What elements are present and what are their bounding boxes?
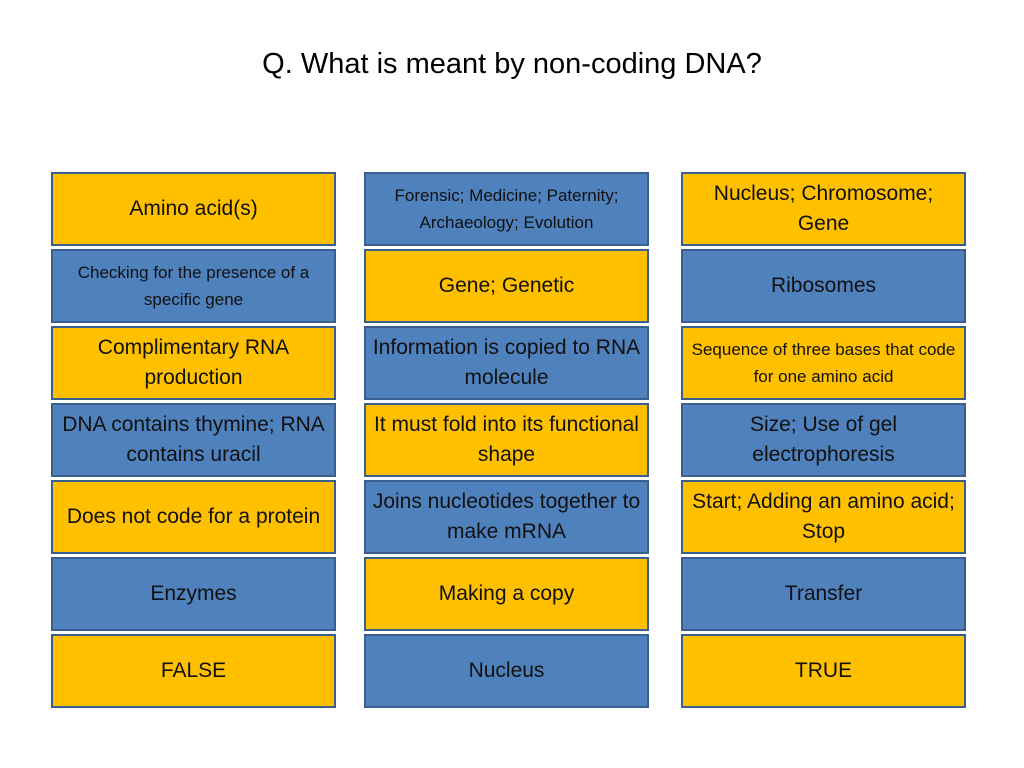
answer-text: Start; Adding an amino acid; Stop bbox=[692, 490, 955, 543]
answer-card[interactable]: Amino acid(s) bbox=[51, 172, 336, 246]
answer-card[interactable]: Checking for the presence of a specific … bbox=[51, 249, 336, 323]
answer-text: Information is copied to RNA molecule bbox=[372, 336, 641, 389]
answer-text: Making a copy bbox=[438, 582, 575, 605]
answer-text: DNA contains thymine; RNA contains uraci… bbox=[62, 413, 325, 466]
answer-text: TRUE bbox=[794, 659, 853, 682]
answer-text: Does not code for a protein bbox=[66, 505, 321, 528]
answer-card[interactable]: DNA contains thymine; RNA contains uraci… bbox=[51, 403, 336, 477]
answer-card[interactable]: Nucleus bbox=[364, 634, 649, 708]
slide-title: Q. What is meant by non-coding DNA? bbox=[262, 48, 762, 80]
answer-text: Checking for the presence of a specific … bbox=[77, 263, 310, 309]
answer-text: Enzymes bbox=[150, 582, 237, 605]
answer-card[interactable]: Forensic; Medicine; Paternity; Archaeolo… bbox=[364, 172, 649, 246]
answer-grid: Amino acid(s) Checking for the presence … bbox=[51, 172, 966, 709]
answer-card[interactable]: Complimentary RNA production bbox=[51, 326, 336, 400]
answer-text: Nucleus bbox=[468, 659, 545, 682]
answer-text: Size; Use of gel electrophoresis bbox=[749, 413, 898, 466]
answer-card[interactable]: Gene; Genetic bbox=[364, 249, 649, 323]
answer-card[interactable]: Joins nucleotides together to make mRNA bbox=[364, 480, 649, 554]
answer-text: Gene; Genetic bbox=[438, 274, 575, 297]
answer-card[interactable]: Making a copy bbox=[364, 557, 649, 631]
answer-card[interactable]: It must fold into its functional shape bbox=[364, 403, 649, 477]
answer-text: Ribosomes bbox=[770, 274, 877, 297]
answer-card[interactable]: Does not code for a protein bbox=[51, 480, 336, 554]
answer-text: Nucleus; Chromosome; Gene bbox=[713, 182, 934, 235]
answer-card[interactable]: Start; Adding an amino acid; Stop bbox=[681, 480, 966, 554]
answer-text: Joins nucleotides together to make mRNA bbox=[372, 490, 641, 543]
answer-card[interactable]: Sequence of three bases that code for on… bbox=[681, 326, 966, 400]
answer-card[interactable]: Information is copied to RNA molecule bbox=[364, 326, 649, 400]
answer-text: Forensic; Medicine; Paternity; Archaeolo… bbox=[394, 186, 619, 232]
answer-text: It must fold into its functional shape bbox=[374, 413, 639, 466]
answer-text: Transfer bbox=[784, 582, 863, 605]
answer-card[interactable]: TRUE bbox=[681, 634, 966, 708]
answer-text: Complimentary RNA production bbox=[97, 336, 290, 389]
answer-card[interactable]: Size; Use of gel electrophoresis bbox=[681, 403, 966, 477]
answer-text: FALSE bbox=[160, 659, 227, 682]
answer-card[interactable]: Ribosomes bbox=[681, 249, 966, 323]
answer-text: Sequence of three bases that code for on… bbox=[691, 340, 956, 386]
answer-card[interactable]: Nucleus; Chromosome; Gene bbox=[681, 172, 966, 246]
answer-card[interactable]: Transfer bbox=[681, 557, 966, 631]
answer-card[interactable]: FALSE bbox=[51, 634, 336, 708]
answer-text: Amino acid(s) bbox=[129, 197, 258, 220]
answer-card[interactable]: Enzymes bbox=[51, 557, 336, 631]
